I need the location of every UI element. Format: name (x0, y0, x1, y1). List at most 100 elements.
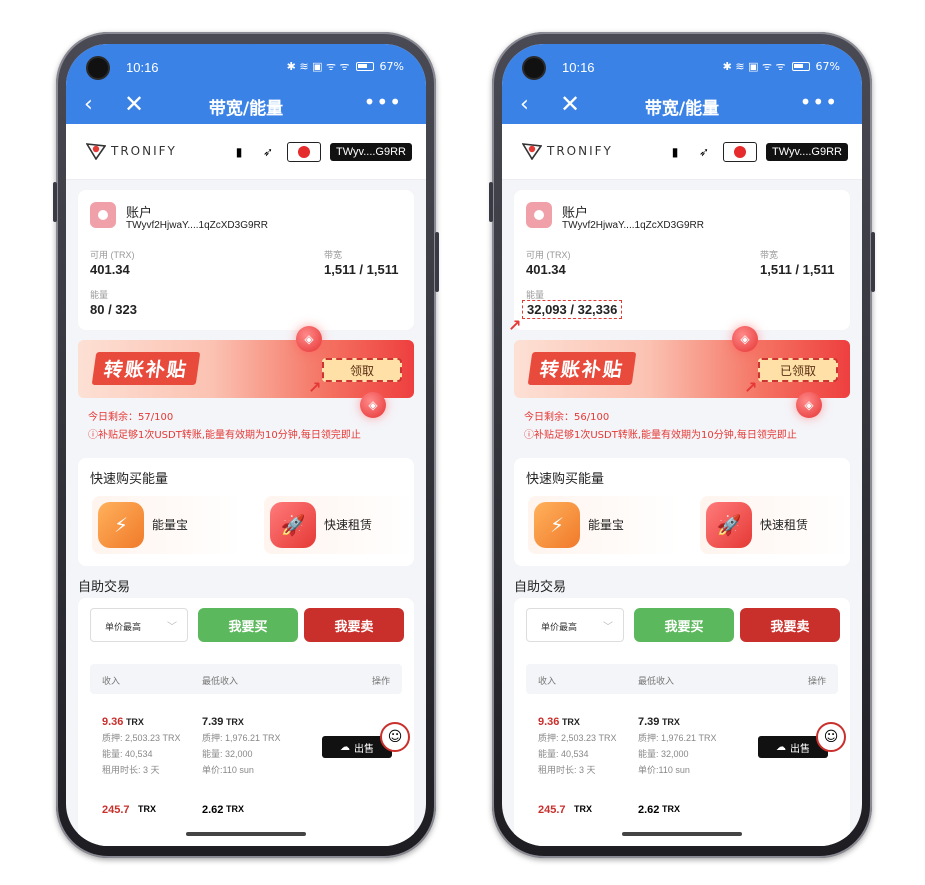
duration: 租用时长: 3 天 (102, 765, 160, 775)
china-flag-icon (734, 146, 747, 158)
claimed-button[interactable]: 已领取 (758, 358, 838, 382)
home-indicator[interactable] (186, 832, 306, 836)
status-icons-text: ✱ ≋ ▣ ᯤ ᯤ (286, 60, 350, 73)
unit-price: 单价:110 sun (638, 765, 690, 775)
book-icon[interactable]: ▮ (665, 142, 685, 162)
language-flag-button[interactable] (723, 142, 758, 162)
row2-min-income: 2.62 (202, 804, 224, 816)
red-arrow-icon: ↗ (744, 378, 758, 397)
top-bar: 10:16 ✱ ≋ ▣ ᯤ ᯤ 67% ‹ ✕ 带宽/能量 ••• (66, 44, 426, 124)
quick-rent-button[interactable]: 🚀 快速租赁 (264, 496, 414, 554)
sell-order-label: 出售 (790, 743, 810, 755)
tronify-logo[interactable]: TRONIFY (522, 142, 613, 160)
subsidy-notice: ⓘ补贴足够1次USDT转账,能量有效期为10分钟,每日领完即止 (524, 430, 797, 441)
min-income-unit: TRX (661, 717, 680, 727)
wallet-address-button[interactable]: TWyv....G9RR (766, 143, 848, 161)
wallet-address-button[interactable]: TWyv....G9RR (330, 143, 412, 161)
col-action: 操作 (371, 677, 390, 687)
buy-button[interactable]: 我要买 (198, 608, 298, 642)
quick-rent-button[interactable]: 🚀 快速租赁 (700, 496, 850, 554)
lightning-icon: ⚡ (534, 502, 580, 548)
tron-coin-icon: ◈ (732, 326, 758, 352)
min-pledge: 质押: 1,976.21 TRX (202, 733, 281, 743)
quick-buy-card: 快速购买能量 ⚡ 能量宝 🚀 快速租赁 (78, 458, 414, 566)
more-icon[interactable]: ••• (364, 90, 402, 114)
available-value: 401.34 (90, 262, 130, 277)
min-energy: 能量: 32,000 (638, 749, 689, 759)
account-icon (526, 202, 552, 228)
sell-button[interactable]: 我要卖 (740, 608, 840, 642)
toolbar-icons: ▮ ➶ TWyv....G9RR (665, 142, 848, 162)
status-icons: ✱ ≋ ▣ ᯤ ᯤ 67% (723, 59, 840, 74)
income-value: 9.36 (102, 716, 124, 728)
unit-price: 单价:110 sun (202, 765, 254, 775)
energy: 能量: 40,534 (102, 749, 153, 759)
battery-icon (355, 62, 374, 71)
order-income-col: 9.36 TRX 质押: 2,503.23 TRX 能量: 40,534 租用时… (102, 714, 181, 778)
banner-title: 转账补贴 (527, 352, 637, 385)
account-title: 账户 (562, 206, 589, 221)
nav-bar: ‹ ✕ 带宽/能量 ••• (66, 88, 426, 122)
logo-text: TRONIFY (111, 144, 177, 158)
book-icon[interactable]: ▮ (229, 142, 249, 162)
sort-select[interactable]: 单价最高 ﹀ (526, 608, 624, 642)
col-income: 收入 (538, 677, 557, 687)
tron-coin-icon: ◈ (296, 326, 322, 352)
rocket-icon: 🚀 (270, 502, 316, 548)
support-avatar-icon[interactable]: ☺ (380, 722, 410, 752)
order-min-col: 7.39 TRX 质押: 1,976.21 TRX 能量: 32,000 单价:… (638, 714, 717, 778)
energy-treasure-button[interactable]: ⚡ 能量宝 (92, 496, 242, 554)
duration: 租用时长: 3 天 (538, 765, 596, 775)
row2-income-unit: TRX (138, 804, 156, 814)
chevron-down-icon: ﹀ (167, 622, 177, 633)
row2-min-income: 2.62 (638, 804, 660, 816)
status-time: 10:16 (126, 60, 159, 75)
order-min-col: 7.39 TRX 质押: 1,976.21 TRX 能量: 32,000 单价:… (202, 714, 281, 778)
brand-bar: TRONIFY ▮ ➶ TWyv....G9RR (502, 124, 862, 180)
income-unit: TRX (125, 717, 144, 727)
battery-level: 67% (815, 60, 840, 73)
language-flag-button[interactable] (287, 142, 322, 162)
support-avatar-icon[interactable]: ☺ (816, 722, 846, 752)
chevron-down-icon: ﹀ (603, 622, 613, 633)
top-bar: 10:16 ✱ ≋ ▣ ᯤ ᯤ 67% ‹ ✕ 带宽/能量 ••• (502, 44, 862, 124)
account-card: 账户 TWyvf2HjwaY....1qZcXD3G9RR 可用 (TRX) 4… (508, 190, 850, 335)
tronify-logo[interactable]: TRONIFY (86, 142, 177, 160)
subsidy-banner: 转账补贴 已领取 ◈ ◈ ↗ (514, 326, 850, 418)
status-time: 10:16 (562, 60, 595, 75)
more-icon[interactable]: ••• (800, 90, 838, 114)
logo-text: TRONIFY (547, 144, 613, 158)
energy-value: 80 / 323 (90, 302, 137, 317)
claim-button[interactable]: 领取 (322, 358, 402, 382)
energy-treasure-label: 能量宝 (152, 518, 189, 532)
screen: 10:16 ✱ ≋ ▣ ᯤ ᯤ 67% ‹ ✕ 带宽/能量 ••• TRONIF… (502, 44, 862, 846)
energy-treasure-button[interactable]: ⚡ 能量宝 (528, 496, 678, 554)
row2-min-unit: TRX (226, 804, 244, 814)
min-income-unit: TRX (225, 717, 244, 727)
pledge: 质押: 2,503.23 TRX (538, 733, 617, 743)
available-value: 401.34 (526, 262, 566, 277)
row2-min-unit: TRX (662, 804, 680, 814)
sort-select[interactable]: 单价最高 ﹀ (90, 608, 188, 642)
front-camera (524, 58, 544, 78)
sell-button[interactable]: 我要卖 (304, 608, 404, 642)
subsidy-banner: 转账补贴 领取 ◈ ◈ ↗ (78, 326, 414, 418)
home-indicator[interactable] (622, 832, 742, 836)
min-income-value: 7.39 (638, 716, 660, 728)
trade-card: 单价最高 ﹀ 我要买 我要卖 收入 最低收入 操作 9.36 TRX 质押: 2… (78, 598, 414, 846)
power-button (871, 232, 875, 292)
account-address: TWyvf2HjwaY....1qZcXD3G9RR (562, 220, 704, 231)
quick-rent-label: 快速租赁 (324, 518, 373, 532)
bandwidth-label: 带宽 (324, 250, 343, 260)
self-trade-title: 自助交易 (514, 580, 567, 595)
link-icon[interactable]: ➶ (258, 142, 278, 162)
quick-rent-label: 快速租赁 (760, 518, 809, 532)
col-income: 收入 (102, 677, 121, 687)
lightning-icon: ⚡ (98, 502, 144, 548)
link-icon[interactable]: ➶ (694, 142, 714, 162)
self-trade-title: 自助交易 (78, 580, 131, 595)
account-address: TWyvf2HjwaY....1qZcXD3G9RR (126, 220, 268, 231)
col-min-income: 最低收入 (638, 677, 675, 687)
sell-cloud-icon: ☁ (776, 741, 786, 753)
buy-button[interactable]: 我要买 (634, 608, 734, 642)
